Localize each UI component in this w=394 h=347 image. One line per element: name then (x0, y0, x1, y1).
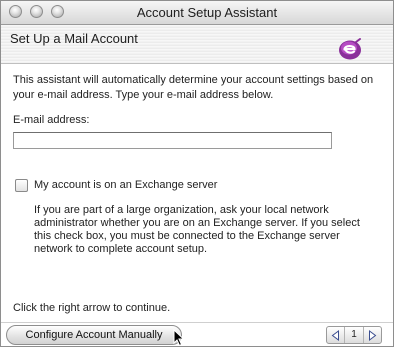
step-title: Set Up a Mail Account (10, 31, 138, 46)
email-field[interactable] (13, 132, 332, 149)
window-title: Account Setup Assistant (136, 5, 278, 20)
continue-instruction: Click the right arrow to continue. (13, 302, 171, 314)
footer-divider (1, 322, 393, 323)
exchange-checkbox-label[interactable]: My account is on an Exchange server (34, 179, 217, 191)
title-bar[interactable]: Account Setup Assistant (1, 1, 393, 25)
exchange-help-text: If you are part of a large organization,… (34, 204, 360, 255)
triangle-right-icon (368, 329, 377, 341)
exchange-checkbox[interactable] (15, 179, 28, 192)
assistant-window: Account Setup Assistant Set Up a Mail Ac… (0, 0, 394, 347)
page-number: 1 (344, 327, 364, 343)
intro-text: This assistant will automatically determ… (13, 74, 374, 101)
mouse-pointer-icon (173, 329, 185, 347)
entourage-logo-icon (339, 38, 361, 60)
triangle-left-icon (331, 329, 340, 341)
configure-account-manually-button[interactable]: Configure Account Manually (6, 325, 182, 345)
next-page-button[interactable] (364, 327, 381, 343)
step-header: Set Up a Mail Account (1, 25, 393, 64)
email-label: E-mail address: (13, 114, 90, 126)
previous-page-button[interactable] (327, 327, 344, 343)
page-navigator: 1 (326, 326, 382, 344)
